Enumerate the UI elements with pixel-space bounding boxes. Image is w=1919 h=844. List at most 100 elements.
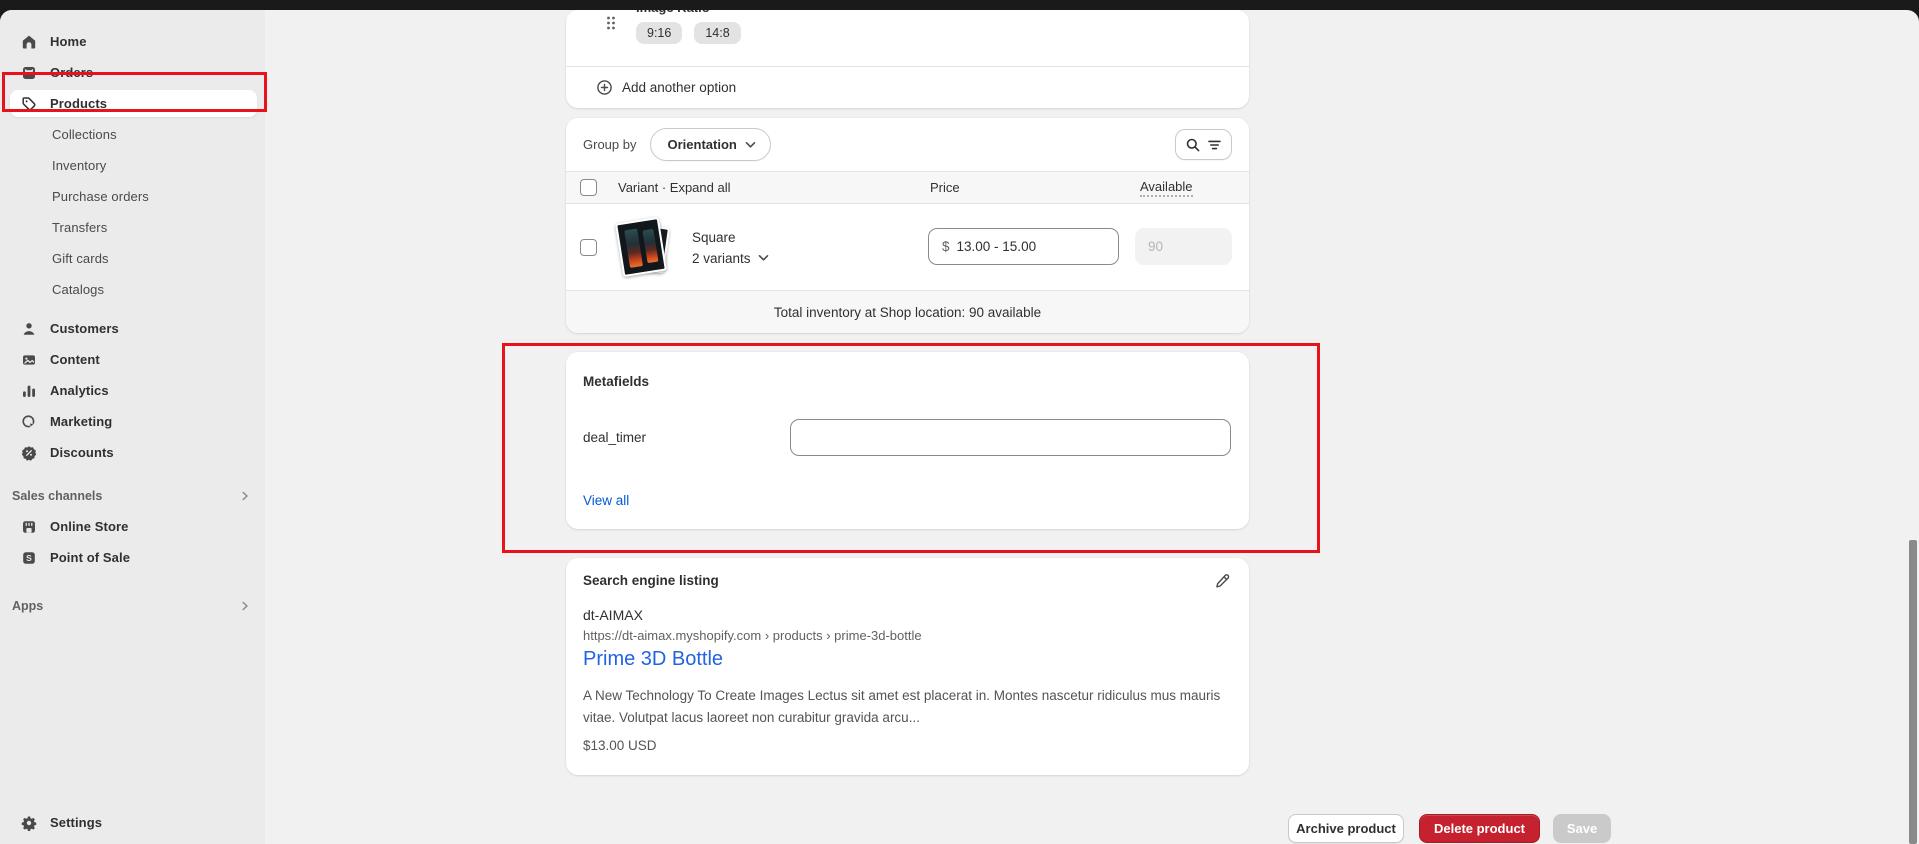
sidebar-item-catalogs[interactable]: Catalogs (0, 274, 265, 305)
add-another-option-button[interactable]: Add another option (566, 66, 1249, 108)
customers-icon (20, 320, 37, 337)
sidebar-item-label: Point of Sale (50, 550, 130, 565)
sidebar-item-collections[interactable]: Collections (0, 119, 265, 150)
variant-group-name: Square (692, 230, 769, 245)
seo-card-title: Search engine listing (583, 573, 719, 588)
sidebar-subitem-label: Gift cards (52, 251, 109, 266)
currency-prefix: $ (942, 239, 950, 254)
row-checkbox[interactable] (580, 239, 597, 256)
sidebar-item-gift-cards[interactable]: Gift cards (0, 243, 265, 274)
group-by-value: Orientation (667, 137, 736, 152)
group-by-label: Group by (583, 137, 636, 152)
sidebar-subitem-label: Purchase orders (52, 189, 149, 204)
orders-icon (20, 64, 37, 81)
variant-options-card: Image Ratio 9:16 14:8 Add another option (566, 10, 1249, 108)
product-photo-front (615, 216, 667, 276)
content-icon (20, 351, 37, 368)
archive-product-button[interactable]: Archive product (1288, 814, 1404, 843)
sidebar-item-online-store[interactable]: Online Store (0, 511, 265, 542)
total-inventory-footer: Total inventory at Shop location: 90 ava… (566, 290, 1249, 333)
sidebar-subitem-label: Transfers (52, 220, 107, 235)
search-and-filter-button[interactable] (1175, 129, 1232, 160)
discounts-icon (20, 444, 37, 461)
point-of-sale-icon: S (20, 549, 37, 566)
table-header-row: Variant · Expand all Price Available (566, 171, 1249, 204)
sidebar-item-inventory[interactable]: Inventory (0, 150, 265, 181)
view-all-metafields-link[interactable]: View all (583, 493, 629, 508)
filter-icon (1207, 138, 1222, 152)
sidebar-item-content[interactable]: Content (0, 344, 265, 375)
group-by-toolbar: Group by Orientation (566, 118, 1249, 171)
option-values: 9:16 14:8 (636, 22, 741, 44)
variants-table-card: Group by Orientation Variant · Expand al… (566, 118, 1249, 333)
sidebar-section-label: Apps (12, 599, 43, 613)
chevron-right-icon (239, 490, 251, 502)
plus-circle-icon (596, 79, 613, 96)
sidebar-item-products[interactable]: Products (0, 88, 265, 119)
save-button-disabled[interactable]: Save (1553, 814, 1611, 843)
seo-price: $13.00 USD (583, 738, 657, 753)
sidebar-item-label: Marketing (50, 414, 112, 429)
sidebar-subitem-label: Inventory (52, 158, 106, 173)
sidebar-item-label: Products (50, 96, 107, 111)
sidebar-item-marketing[interactable]: Marketing (0, 406, 265, 437)
sidebar-item-home[interactable]: Home (0, 26, 265, 57)
top-bar (0, 0, 1919, 10)
seo-page-title-link[interactable]: Prime 3D Bottle (583, 648, 723, 671)
chevron-down-icon (745, 141, 756, 149)
sidebar-item-orders[interactable]: Orders (0, 57, 265, 88)
products-tag-icon (20, 95, 37, 112)
vertical-scrollbar-thumb[interactable] (1909, 540, 1917, 844)
group-by-dropdown[interactable]: Orientation (650, 128, 770, 161)
variant-column-header: Variant · Expand all (618, 180, 731, 195)
sidebar-item-label: Orders (50, 65, 93, 80)
available-column-header[interactable]: Available (1140, 179, 1193, 197)
sidebar-item-label: Online Store (50, 519, 129, 534)
sidebar-selected-pill (10, 90, 257, 117)
sidebar-section-sales-channels[interactable]: Sales channels (0, 480, 265, 511)
analytics-icon (20, 382, 37, 399)
available-quantity-input[interactable] (1135, 228, 1232, 265)
variant-thumbnail[interactable] (615, 217, 675, 279)
sidebar-item-label: Analytics (50, 383, 109, 398)
chevron-down-icon (758, 254, 769, 262)
sidebar-section-apps[interactable]: Apps (0, 590, 265, 621)
price-range-input[interactable]: $ 13.00 - 15.00 (928, 228, 1119, 265)
sidebar-subitem-label: Catalogs (52, 282, 104, 297)
option-value-chip[interactable]: 9:16 (636, 22, 682, 44)
pencil-icon[interactable] (1211, 570, 1233, 592)
sidebar: Home Orders Products Collections Invento… (0, 10, 265, 844)
marketing-icon (20, 413, 37, 430)
online-store-icon (20, 518, 37, 535)
sidebar-item-analytics[interactable]: Analytics (0, 375, 265, 406)
metafield-value-input[interactable] (790, 419, 1231, 456)
option-value-chip[interactable]: 14:8 (694, 22, 740, 44)
delete-product-button[interactable]: Delete product (1419, 814, 1540, 843)
sidebar-item-transfers[interactable]: Transfers (0, 212, 265, 243)
sidebar-item-label: Settings (50, 815, 102, 830)
sidebar-item-label: Content (50, 352, 100, 367)
search-icon (1185, 137, 1201, 153)
price-column-header: Price (930, 180, 960, 195)
seo-breadcrumb-url: https://dt-aimax.myshopify.com › product… (583, 628, 922, 643)
sidebar-section-label: Sales channels (12, 489, 102, 503)
seo-description: A New Technology To Create Images Lectus… (583, 685, 1231, 729)
select-all-checkbox[interactable] (580, 179, 597, 196)
chevron-right-icon (239, 600, 251, 612)
sidebar-item-purchase-orders[interactable]: Purchase orders (0, 181, 265, 212)
metafield-key-label: deal_timer (583, 430, 646, 445)
sidebar-item-label: Discounts (50, 445, 114, 460)
sidebar-item-discounts[interactable]: Discounts (0, 437, 265, 468)
seo-site-name: dt-AIMAX (583, 607, 643, 623)
search-engine-listing-card: Search engine listing dt-AIMAX https://d… (566, 558, 1249, 775)
sidebar-item-customers[interactable]: Customers (0, 313, 265, 344)
sidebar-item-point-of-sale[interactable]: S Point of Sale (0, 542, 265, 573)
svg-text:S: S (26, 553, 32, 563)
price-range-value: 13.00 - 15.00 (957, 239, 1037, 254)
expand-variants-button[interactable]: 2 variants (692, 251, 769, 266)
metafields-title: Metafields (583, 374, 649, 389)
variants-count-label: 2 variants (692, 251, 751, 266)
add-another-option-label: Add another option (622, 80, 736, 95)
sidebar-item-settings[interactable]: Settings (0, 807, 265, 838)
drag-handle-icon[interactable] (604, 14, 618, 37)
